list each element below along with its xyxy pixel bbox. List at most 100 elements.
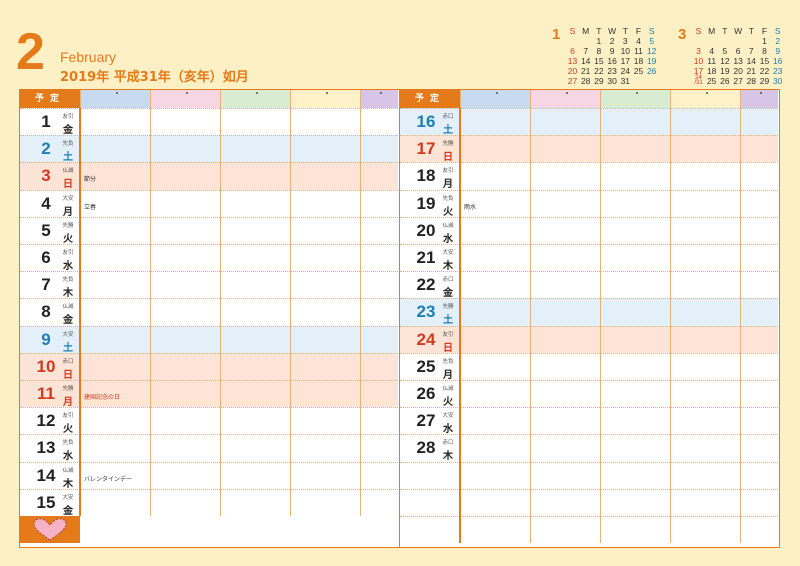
mini-day: 16 bbox=[772, 56, 783, 66]
mini-day: 2 bbox=[775, 36, 781, 46]
column-header bbox=[150, 90, 220, 108]
rokuyo-label: 大安 bbox=[62, 494, 74, 501]
mini-day: 7 bbox=[748, 46, 754, 56]
empty-row bbox=[400, 461, 778, 489]
rokuyo-label: 友引 bbox=[62, 250, 74, 256]
mini-day: 21 bbox=[746, 66, 757, 76]
mini-day: 8 bbox=[762, 46, 767, 56]
mini-day: 16 bbox=[607, 56, 617, 66]
yotei-header: 予定 bbox=[400, 90, 460, 108]
rokuyo-label: 大安 bbox=[62, 195, 74, 202]
day-row: 7 先負木 bbox=[20, 271, 398, 299]
mini-day: 9 bbox=[775, 46, 781, 56]
day-note: 雨水 bbox=[464, 203, 477, 211]
weekday-label: 土 bbox=[443, 315, 453, 327]
weekday-label: 土 bbox=[63, 152, 73, 164]
column-header bbox=[740, 90, 778, 108]
day-number: 18 bbox=[416, 166, 436, 186]
mini-weekday-header: S bbox=[695, 26, 702, 36]
day-number: 16 bbox=[416, 112, 436, 131]
day-number: 6 bbox=[41, 248, 51, 267]
mini-weekday-header: W bbox=[608, 26, 617, 36]
rokuyo-label: 赤口 bbox=[442, 277, 454, 284]
day-number: 9 bbox=[41, 329, 51, 349]
column-divider bbox=[740, 108, 741, 544]
rokuyo-label: 赤口 bbox=[62, 358, 74, 365]
day-number: 1 bbox=[41, 112, 51, 131]
mini-day: 24/31 bbox=[694, 75, 703, 86]
mini-day: 3 bbox=[696, 46, 701, 56]
day-number: 17 bbox=[416, 139, 436, 159]
mini-calendar-month: 1 bbox=[552, 26, 561, 43]
mini-day: 22 bbox=[594, 66, 604, 76]
weekday-label: 水 bbox=[63, 451, 73, 463]
weekday-label: 日 bbox=[63, 369, 73, 381]
day-row: 19 先負火 雨水 bbox=[400, 189, 778, 218]
day-row: 12 友引火 bbox=[20, 407, 398, 435]
mini-weekday-header: T bbox=[596, 26, 602, 36]
day-note: バレンタインデー bbox=[84, 475, 133, 483]
mini-day: 19 bbox=[646, 56, 657, 66]
rokuyo-label: 友引 bbox=[442, 331, 454, 338]
day-row: 14 仏滅木 バレンタインデー bbox=[20, 461, 398, 490]
day-number: 26 bbox=[416, 384, 436, 403]
day-row: 3 仏滅日 節分 bbox=[20, 162, 398, 191]
mini-day: 22 bbox=[759, 66, 770, 76]
day-number: 20 bbox=[416, 220, 436, 240]
column-divider bbox=[220, 108, 221, 516]
day-row: 24 友引日 bbox=[400, 325, 778, 354]
weekday-label: 火 bbox=[443, 206, 453, 218]
mini-day: 28 bbox=[746, 76, 757, 86]
rokuyo-label: 先負 bbox=[442, 358, 454, 365]
day-row: 15 大安金 bbox=[20, 488, 398, 517]
day-row: 4 大安月 立春 bbox=[20, 189, 398, 218]
mini-weekday-header: F bbox=[761, 26, 768, 36]
mini-day: 20 bbox=[567, 66, 578, 76]
weekday-label: 金 bbox=[63, 125, 73, 136]
rokuyo-label: 赤口 bbox=[442, 440, 454, 447]
day-number: 15 bbox=[36, 492, 56, 512]
day-row: 6 友引水 bbox=[20, 244, 398, 272]
mini-day: 3 bbox=[622, 36, 628, 46]
right-schedule-panel: 予定 16 赤口土 17 先勝日 18 友引月 19 先負火雨水 20 仏滅水 21 大安木 22 赤口金 2… bbox=[399, 89, 780, 548]
mini-calendar-month: 3 bbox=[678, 26, 687, 43]
weekday-label: 日 bbox=[63, 179, 73, 191]
day-number: 13 bbox=[36, 438, 56, 458]
day-row: 23 先勝土 bbox=[400, 298, 778, 327]
weekday-label: 月 bbox=[63, 397, 73, 408]
day-number: 19 bbox=[416, 193, 436, 213]
day-number: 3 bbox=[41, 166, 51, 186]
mini-day: 17 bbox=[620, 56, 631, 66]
day-number: 23 bbox=[416, 302, 436, 322]
mini-day: 13 bbox=[567, 56, 578, 66]
rokuyo-label: 仏滅 bbox=[62, 168, 74, 175]
mini-day: 4 bbox=[709, 46, 715, 56]
mini-weekday-header: M bbox=[708, 26, 716, 36]
day-row: 13 先負水 bbox=[20, 434, 398, 463]
mini-day: 11 bbox=[707, 56, 717, 66]
year-line: 2019年 平成31年（亥年）如月 bbox=[60, 70, 249, 85]
day-number: 11 bbox=[37, 384, 55, 403]
day-number: 24 bbox=[416, 329, 436, 349]
mini-day: 7 bbox=[583, 46, 589, 56]
column-divider bbox=[670, 108, 671, 544]
rokuyo-label: 仏滅 bbox=[62, 467, 74, 474]
column-header bbox=[670, 90, 740, 108]
mini-day: 10 bbox=[693, 56, 704, 66]
mini-day: 10 bbox=[620, 46, 631, 56]
mini-day: 5 bbox=[722, 46, 728, 56]
day-number: 25 bbox=[416, 356, 436, 376]
day-number: 14 bbox=[36, 465, 56, 485]
mini-day: 13 bbox=[733, 56, 743, 66]
mini-weekday-header: W bbox=[734, 26, 743, 36]
weekday-label: 日 bbox=[443, 342, 453, 354]
mini-weekday-header: S bbox=[569, 26, 576, 36]
mini-weekday-header: S bbox=[648, 26, 655, 36]
day-number: 7 bbox=[41, 275, 51, 295]
month-english-name: February bbox=[60, 49, 117, 65]
day-row: 22 赤口金 bbox=[400, 271, 778, 299]
mini-day: 9 bbox=[609, 46, 615, 56]
mini-day: 2 bbox=[609, 36, 615, 46]
mini-day: 29 bbox=[759, 76, 770, 86]
column-header bbox=[460, 90, 530, 108]
